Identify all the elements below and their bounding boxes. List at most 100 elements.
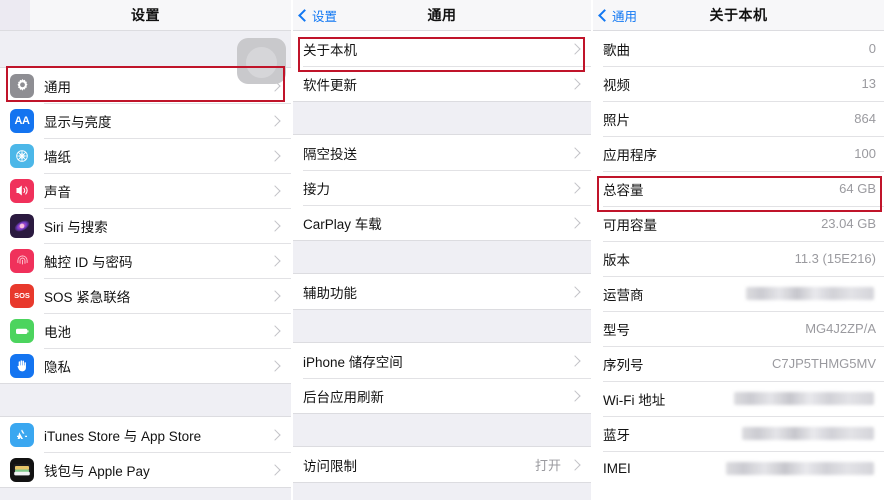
list-item-software-update[interactable]: 软件更新 [293,66,591,101]
chevron-right-icon [269,254,281,267]
row-value: 11.3 (15E216) [794,251,876,266]
table-row-version: 版本 11.3 (15E216) [593,241,884,276]
chevron-right-icon [269,359,281,372]
table-row-bluetooth: 蓝牙 [593,416,884,451]
general-list-5: 访问限制 打开 [293,447,591,482]
sidebar-item-privacy[interactable]: 隐私 [0,348,291,383]
sidebar-item-label: Siri 与搜索 [44,219,108,235]
sidebar-item-wallpaper[interactable]: 墙纸 [0,138,291,173]
row-value: C7JP5THMG5MV [771,356,876,371]
sidebar-item-display[interactable]: AA 显示与亮度 [0,103,291,138]
table-row-photos: 照片 864 [593,101,884,136]
row-label: 视频 [603,77,630,93]
chevron-right-icon [269,428,281,441]
privacy-hand-icon [10,353,34,378]
row-value: 13 [861,76,876,91]
chevron-right-icon [569,354,581,367]
navbar-about: 通用 关于本机 [593,0,884,31]
sidebar-item-label: 墙纸 [44,149,71,165]
chevron-right-icon [269,289,281,302]
sidebar-item-battery[interactable]: 电池 [0,313,291,348]
list-item-label: CarPlay 车载 [303,216,382,232]
panel-general: 设置 通用 关于本机 软件更新 隔空投送 接力 CarPlay 车载 辅助功能 … [291,0,593,500]
sidebar-item-wallet-applepay[interactable]: 钱包与 Apple Pay [0,452,291,487]
general-list-3: 辅助功能 [293,274,591,309]
chevron-right-icon [269,219,281,232]
table-row-serial-number: 序列号 C7JP5THMG5MV [593,346,884,381]
about-list: 歌曲 0 视频 13 照片 864 应用程序 100 总容量 64 GB 可用容… [593,31,884,486]
sidebar-item-itunes-appstore[interactable]: iTunes Store 与 App Store [0,417,291,452]
touch-id-fingerprint-icon [10,248,34,273]
sidebar-item-label: iTunes Store 与 App Store [44,428,202,444]
list-item-handoff[interactable]: 接力 [293,170,591,205]
list-item-restrictions[interactable]: 访问限制 打开 [293,447,591,482]
row-label: IMEI [603,461,631,476]
row-label: 可用容量 [603,217,657,233]
chevron-right-icon [569,458,581,471]
list-item-carplay[interactable]: CarPlay 车载 [293,205,591,240]
chevron-right-icon [569,77,581,90]
wallpaper-icon [10,143,34,168]
navbar-settings: 设置 [0,0,291,31]
row-label: 总容量 [603,182,644,198]
page-title: 通用 [427,7,457,23]
list-item-about[interactable]: 关于本机 [293,31,591,66]
chevron-left-icon [298,8,311,22]
redacted-value [742,427,874,440]
chevron-right-icon [269,149,281,162]
row-value: 864 [854,111,876,126]
list-item-label: 访问限制 [303,458,357,474]
display-brightness-icon: AA [10,108,34,133]
group-gap [293,240,591,274]
back-button-label: 通用 [612,9,638,24]
chevron-right-icon [269,114,281,127]
sidebar-item-siri[interactable]: Siri 与搜索 [0,208,291,243]
row-value: 23.04 GB [821,216,876,231]
siri-icon [10,213,34,238]
sidebar-item-touchid[interactable]: 触控 ID 与密码 [0,243,291,278]
general-list-2: 隔空投送 接力 CarPlay 车载 [293,135,591,240]
table-row-capacity: 总容量 64 GB [593,171,884,206]
table-row-carrier: 运营商 [593,276,884,311]
row-label: 型号 [603,322,630,338]
obscured-overlay-badge [237,38,286,84]
list-item-label: 关于本机 [303,42,357,58]
sidebar-item-label: 触控 ID 与密码 [44,254,133,270]
chevron-right-icon [569,389,581,402]
row-label: 版本 [603,252,630,268]
list-item-label: 辅助功能 [303,285,357,301]
table-row-imei: IMEI [593,451,884,486]
table-row-songs: 歌曲 0 [593,31,884,66]
row-value: 64 GB [839,181,876,196]
list-item-iphone-storage[interactable]: iPhone 储存空间 [293,343,591,378]
sidebar-item-sos[interactable]: SOS SOS 紧急联络 [0,278,291,313]
row-label: 应用程序 [603,147,657,163]
row-value: 100 [854,146,876,161]
chevron-left-icon [598,8,611,22]
sidebar-item-label: 钱包与 Apple Pay [44,463,150,479]
sound-icon [10,178,34,203]
redacted-value [746,287,874,300]
sidebar-item-sounds[interactable]: 声音 [0,173,291,208]
table-row-model: 型号 MG4J2ZP/A [593,311,884,346]
table-row-wifi-address: Wi-Fi 地址 [593,381,884,416]
list-item-label: 接力 [303,181,330,197]
list-item-accessibility[interactable]: 辅助功能 [293,274,591,309]
back-button-settings[interactable]: 设置 [293,6,337,25]
list-item-airdrop[interactable]: 隔空投送 [293,135,591,170]
general-list-1: 关于本机 软件更新 [293,31,591,101]
sidebar-item-label: SOS 紧急联络 [44,289,131,305]
table-row-applications: 应用程序 100 [593,136,884,171]
list-item-background-refresh[interactable]: 后台应用刷新 [293,378,591,413]
list-item-label: 软件更新 [303,77,357,93]
back-button-general[interactable]: 通用 [593,6,637,25]
group-gap [0,383,291,417]
group-gap [293,101,591,135]
settings-list-store: iTunes Store 与 App Store 钱包与 Apple Pay [0,417,291,487]
row-value: 0 [868,41,876,56]
chevron-right-icon [569,181,581,194]
app-store-icon [10,422,34,447]
chevron-right-icon [269,324,281,337]
group-gap [293,482,591,500]
chevron-right-icon [569,285,581,298]
